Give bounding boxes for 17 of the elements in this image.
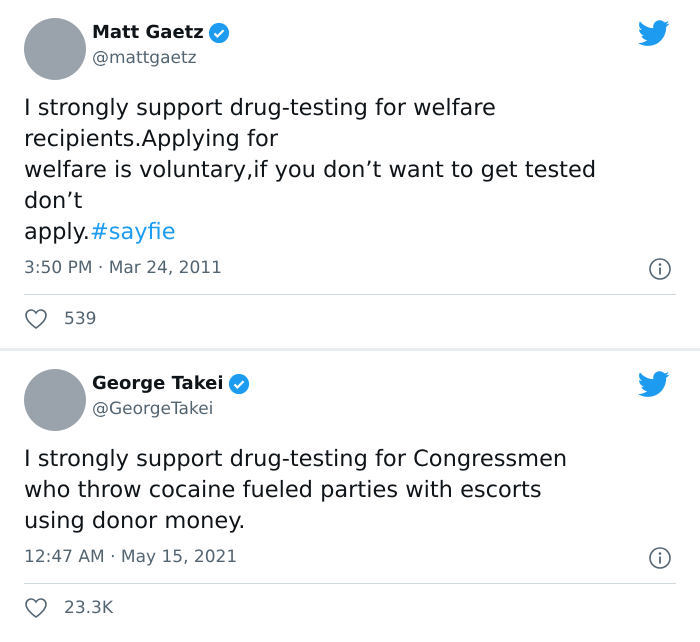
user-handle: @GeorgeTakei bbox=[92, 398, 214, 421]
bird-logo-icon bbox=[638, 371, 670, 398]
like-count: 23.3K bbox=[64, 596, 113, 620]
heart-icon[interactable] bbox=[24, 597, 48, 620]
user-handle: @mattgaetz bbox=[92, 47, 198, 70]
display-name: Matt Gaetz bbox=[92, 21, 204, 45]
bird-logo-icon bbox=[638, 20, 670, 47]
timestamp: 12:47 AM · May 15, 2021 bbox=[24, 546, 238, 569]
info-icon[interactable] bbox=[648, 256, 672, 281]
tweet-text: I strongly support drug-testing for welfare recipients.Applying for welfare is voluntary,if you don’t want to get tested don’t apply.#sayfie bbox=[24, 94, 598, 247]
info-icon[interactable] bbox=[648, 546, 672, 570]
like-count: 539 bbox=[64, 308, 96, 330]
heart-icon[interactable] bbox=[24, 308, 48, 330]
tweet-text: I strongly support drug-testing for Congressmen who throw cocaine fueled parties with escorts using donor money. bbox=[24, 445, 568, 536]
timestamp: 3:50 PM · Mar 24, 2011 bbox=[24, 257, 222, 280]
display-name: George Takei bbox=[92, 372, 224, 396]
hashtag-link[interactable]: #sayfie bbox=[90, 219, 176, 245]
